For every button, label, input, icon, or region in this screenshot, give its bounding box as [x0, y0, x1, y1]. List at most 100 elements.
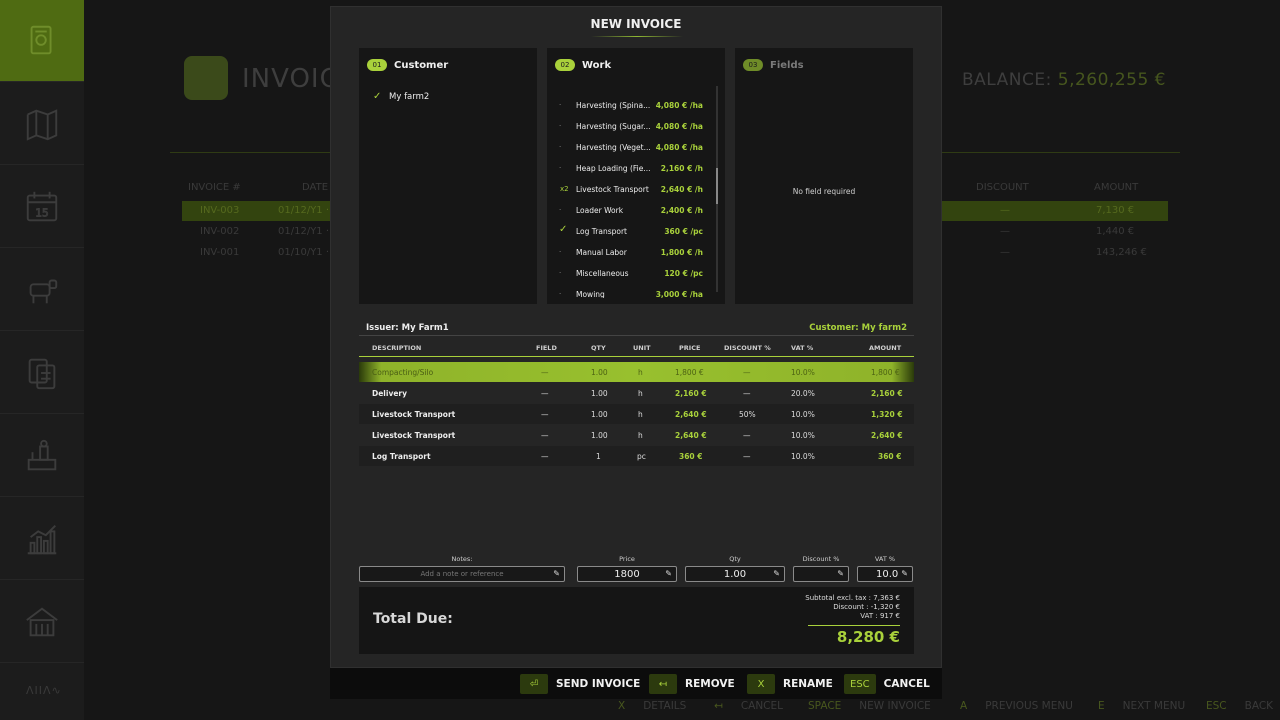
footer-details[interactable]: X DETAILS — [618, 700, 686, 712]
footer-new-invoice[interactable]: SPACE NEW INVOICE — [808, 700, 931, 712]
vat-total: VAT : 917 € — [860, 612, 900, 620]
list-item[interactable]: · Harvesting (Spina... 4,080 € /ha — [547, 94, 711, 115]
work-panel-header: 02 Work — [555, 59, 611, 71]
list-item[interactable]: · Loader Work 2,400 € /h — [547, 199, 711, 220]
panel-title: Customer — [394, 59, 449, 71]
sidebar: 15 ΛIIΛ∿ — [0, 0, 84, 720]
check-icon: ✓ — [559, 224, 568, 235]
customer-panel-header: 01 Customer — [367, 59, 448, 71]
subtotal: Subtotal excl. tax : 7,363 € — [805, 594, 900, 602]
sidebar-item-contracts[interactable] — [0, 332, 84, 414]
step-badge: 01 — [367, 59, 387, 71]
col-amount: AMOUNT — [1094, 182, 1139, 193]
list-item[interactable]: · Mowing 3,000 € /ha — [547, 283, 711, 298]
header-underline — [359, 356, 914, 357]
pencil-icon: ✎ — [837, 569, 844, 578]
backspace-key-icon: ↤ — [649, 674, 677, 694]
list-item[interactable]: · Heap Loading (Fie... 2,160 € /h — [547, 157, 711, 178]
list-item[interactable]: · Harvesting (Veget... 4,080 € /ha — [547, 136, 711, 157]
discount-input[interactable]: ✎ — [793, 566, 849, 582]
fields-panel: 03 Fields No field required — [735, 48, 913, 304]
no-field-message: No field required — [792, 187, 856, 196]
sidebar-item-calendar[interactable]: 15 — [0, 166, 84, 248]
title-underline — [591, 36, 683, 37]
qty-label: Qty — [729, 555, 741, 563]
remove-button[interactable]: ↤ REMOVE — [649, 674, 735, 694]
list-item[interactable]: · Miscellaneous 120 € /pc — [547, 262, 711, 283]
step-badge: 02 — [555, 59, 575, 71]
customer-label: Customer: My farm2 — [809, 323, 907, 333]
footer-next-menu[interactable]: E NEXT MENU — [1098, 700, 1185, 712]
sidebar-item-buildings[interactable] — [0, 581, 84, 663]
col-invoice: INVOICE # — [188, 182, 241, 193]
issuer-label: Issuer: My Farm1 — [366, 323, 449, 333]
x-key-icon: X — [747, 674, 775, 694]
enter-key-icon: ⏎ — [520, 674, 548, 694]
table-row[interactable]: Compacting/Silo — 1.00 h 1,800 € — 10.0%… — [359, 362, 914, 382]
balance: BALANCE: 5,260,255 € — [962, 70, 1166, 90]
panel-title: Work — [582, 59, 612, 71]
pencil-icon: ✎ — [665, 569, 672, 578]
qty-input[interactable]: 1.00 ✎ — [685, 566, 785, 582]
divider — [359, 335, 914, 336]
invoice-icon — [30, 25, 52, 54]
vat-label: VAT % — [874, 555, 896, 563]
notes-label: Notes: — [451, 555, 473, 563]
price-label: Price — [619, 555, 635, 563]
table-row[interactable]: Delivery — 1.00 h 2,160 € — 20.0% 2,160 … — [359, 383, 914, 403]
send-invoice-button[interactable]: ⏎ SEND INVOICE — [520, 674, 640, 694]
scrollbar-thumb[interactable] — [716, 168, 718, 204]
sidebar-bottom-logo: ΛIIΛ∿ — [26, 684, 62, 697]
pencil-icon: ✎ — [553, 569, 560, 578]
cancel-button[interactable]: ESC CANCEL — [844, 674, 930, 694]
footer-previous-menu[interactable]: A PREVIOUS MENU — [960, 700, 1073, 712]
table-row[interactable]: Livestock Transport — 1.00 h 2,640 € — 1… — [359, 425, 914, 445]
sidebar-item-invoices[interactable] — [0, 0, 84, 82]
page-title: INVOIC — [242, 64, 339, 94]
table-row[interactable]: Log Transport — 1 pc 360 € — 10.0% 360 € — [359, 446, 914, 466]
screen: 15 ΛIIΛ∿ INVOIC BALANCE: 5,260,255 € INV… — [0, 0, 1280, 720]
chart-icon — [27, 524, 57, 554]
panel-title: Fields — [770, 59, 804, 71]
table-header: DESCRIPTION FIELD QTY UNIT PRICE DISCOUN… — [372, 344, 902, 352]
action-bar: ⏎ SEND INVOICE ↤ REMOVE X RENAME ESC CAN… — [330, 668, 942, 699]
svg-text:15: 15 — [35, 207, 48, 219]
fields-panel-header: 03 Fields — [743, 59, 804, 71]
customer-panel: 01 Customer ✓ My farm2 — [359, 48, 537, 304]
barn-icon — [26, 607, 58, 636]
customer-option[interactable]: ✓ My farm2 — [373, 91, 429, 102]
total-divider — [808, 625, 900, 626]
grand-total: 8,280 € — [836, 628, 900, 646]
col-discount: DISCOUNT — [976, 182, 1029, 193]
list-item[interactable]: x2 Livestock Transport 2,640 € /h — [547, 178, 711, 199]
map-icon — [26, 108, 58, 141]
table-row[interactable]: Livestock Transport — 1.00 h 2,640 € 50%… — [359, 404, 914, 424]
new-invoice-dialog: NEW INVOICE 01 Customer ✓ My farm2 02 Wo… — [330, 6, 942, 668]
sidebar-item-animals[interactable] — [0, 249, 84, 331]
price-input[interactable]: 1800 ✎ — [577, 566, 677, 582]
work-list[interactable]: · Harvesting (Spina... 4,080 € /ha · Harves… — [547, 86, 711, 298]
step-badge: 03 — [743, 59, 763, 71]
sidebar-item-production[interactable] — [0, 415, 84, 497]
cow-icon — [29, 279, 58, 303]
factory-icon — [27, 439, 57, 470]
invoice-title-icon — [184, 56, 228, 100]
sidebar-item-map[interactable] — [0, 83, 84, 165]
footer-back[interactable]: ESC BACK — [1206, 700, 1273, 712]
col-date: DATE — [302, 182, 329, 193]
list-item[interactable]: · Harvesting (Sugar... 4,080 € /ha — [547, 115, 711, 136]
documents-icon — [28, 358, 56, 389]
discount-total: Discount : -1,320 € — [833, 603, 900, 611]
footer-cancel[interactable]: ↤ CANCEL — [714, 700, 783, 712]
notes-input[interactable]: Add a note or reference ✎ — [359, 566, 565, 582]
check-icon: ✓ — [373, 91, 382, 102]
list-item[interactable]: ✓ Log Transport 360 € /pc — [547, 220, 711, 241]
rename-button[interactable]: X RENAME — [747, 674, 833, 694]
dialog-title: NEW INVOICE — [590, 17, 682, 31]
list-item[interactable]: · Manual Labor 1,800 € /h — [547, 241, 711, 262]
sidebar-item-statistics[interactable] — [0, 498, 84, 580]
pencil-icon: ✎ — [773, 569, 780, 578]
total-box: Total Due: Subtotal excl. tax : 7,363 € … — [359, 587, 914, 654]
calendar-icon: 15 — [26, 191, 58, 221]
vat-input[interactable]: 10.0 ✎ — [857, 566, 913, 582]
